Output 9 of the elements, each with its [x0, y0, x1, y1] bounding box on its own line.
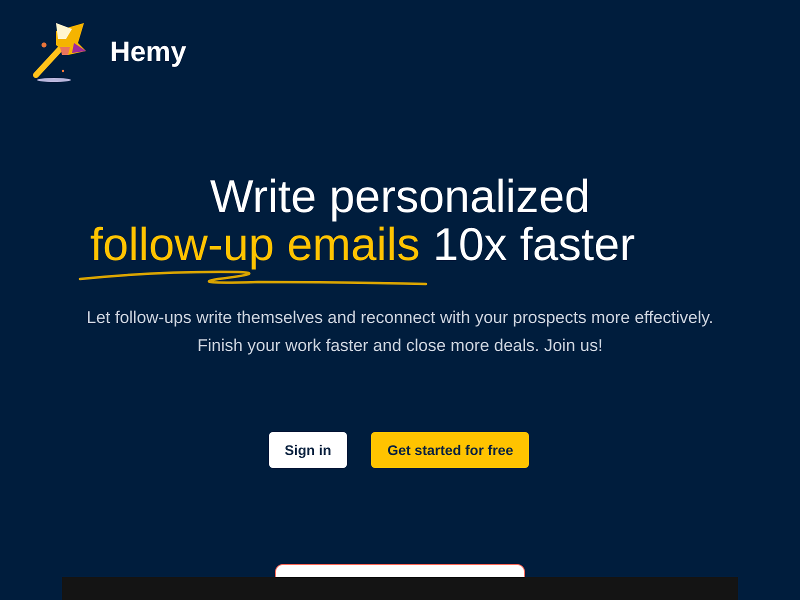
- subtitle-line: Finish your work faster and close more deals. Join us!: [197, 336, 603, 356]
- sign-in-button[interactable]: Sign in: [268, 432, 348, 468]
- subtitle-line: Let follow-ups write themselves and reconnect with your prospects more effectively.: [86, 308, 714, 328]
- get-started-button[interactable]: Get started for free: [371, 432, 530, 468]
- headline-highlight: follow-up emails: [90, 220, 420, 268]
- headline-line: 10x faster: [432, 220, 635, 268]
- headline-line: Write personalized: [210, 172, 590, 220]
- featured-badge[interactable]: [275, 564, 525, 577]
- brand-name: Hemy: [110, 36, 186, 68]
